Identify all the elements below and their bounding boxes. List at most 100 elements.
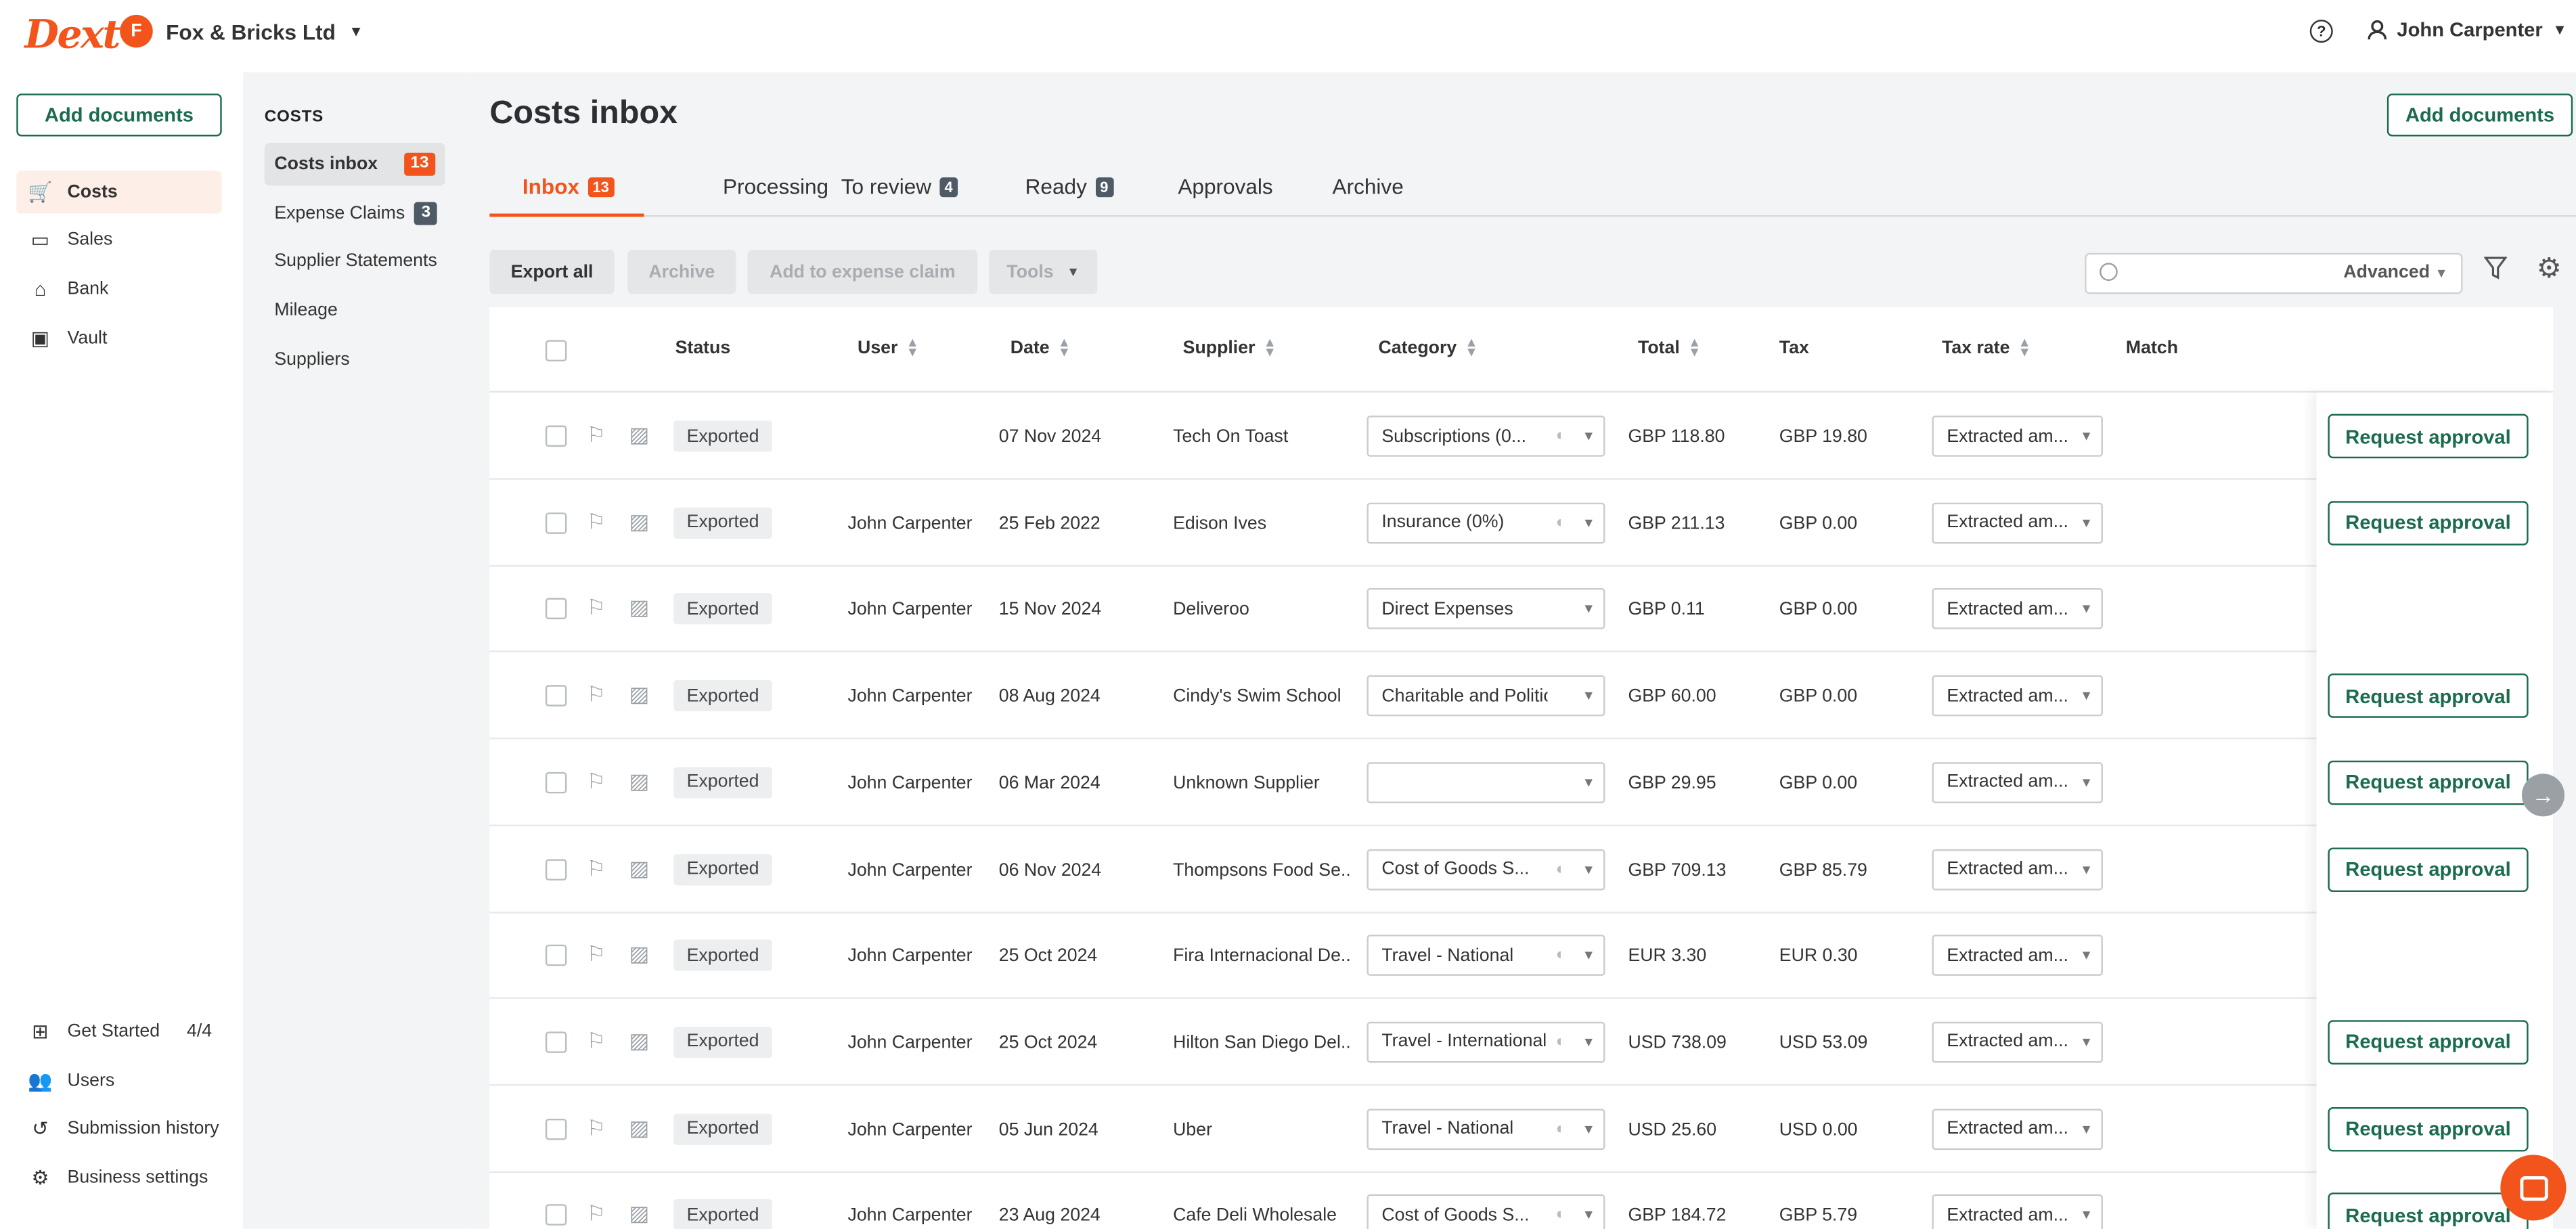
image-icon[interactable]: ▨ — [629, 1115, 650, 1141]
gear-icon[interactable]: ⚙ — [2537, 253, 2562, 286]
add-documents-button[interactable]: Add documents — [2386, 93, 2573, 137]
nav-users[interactable]: 👥 Users — [16, 1063, 221, 1098]
scroll-right-arrow-icon[interactable]: → — [2521, 774, 2565, 817]
tax-rate-select[interactable]: Extracted am... ▼ — [1932, 935, 2103, 977]
image-icon[interactable]: ▨ — [629, 855, 650, 881]
table-row[interactable]: ⚐ ▨ Exported John Carpenter 25 Oct 2024 Fira … — [489, 912, 2554, 1000]
subnav-costs-inbox[interactable]: Costs inbox 13 — [264, 143, 445, 186]
select-all-checkbox[interactable] — [545, 340, 567, 362]
flag-icon[interactable]: ⚐ — [587, 509, 606, 535]
category-select[interactable]: Subscriptions (0... ◐ ▼ — [1367, 416, 1605, 457]
row-checkbox[interactable] — [545, 512, 567, 534]
image-icon[interactable]: ▨ — [629, 422, 650, 449]
tab-to-review[interactable]: To review 4 — [841, 174, 958, 217]
table-row[interactable]: ⚐ ▨ Exported John Carpenter 05 Jun 2024 Uber T… — [489, 1085, 2554, 1173]
category-select[interactable]: Travel - National ◐ ▼ — [1367, 935, 1605, 977]
request-approval-button[interactable]: Request approval — [2328, 500, 2529, 545]
tab-archive[interactable]: Archive — [1333, 174, 1404, 217]
subnav-expense-claims[interactable]: Expense Claims 3 — [265, 192, 445, 235]
tax-rate-select[interactable]: Extracted am... ▼ — [1932, 501, 2103, 543]
category-select[interactable]: Cost of Goods S... ◐ ▼ — [1367, 848, 1605, 890]
nav-item-vault[interactable]: ▣ Vault — [16, 317, 221, 359]
nav-business-settings[interactable]: ⚙ Business settings — [16, 1160, 221, 1196]
request-approval-button[interactable]: Request approval — [2328, 673, 2529, 718]
table-row[interactable]: ⚐ ▨ Exported John Carpenter 06 Nov 2024 Thomp… — [489, 826, 2554, 913]
row-checkbox[interactable] — [545, 1118, 567, 1140]
supplier-cell[interactable]: Uber — [1173, 1119, 1350, 1139]
category-select[interactable]: Cost of Goods S... ◐ ▼ — [1367, 1194, 1605, 1229]
flag-icon[interactable]: ⚐ — [587, 1115, 606, 1141]
filter-icon[interactable] — [2483, 256, 2508, 286]
export-all-button[interactable]: Export all — [489, 249, 615, 294]
subnav-suppliers[interactable]: Suppliers — [265, 338, 445, 381]
nav-item-costs[interactable]: 🛒 Costs — [16, 171, 222, 214]
flag-icon[interactable]: ⚐ — [587, 682, 606, 709]
dext-logo[interactable]: Dext — [24, 10, 120, 58]
table-row[interactable]: ⚐ ▨ Exported John Carpenter 23 Aug 2024 Cafe … — [489, 1171, 2553, 1229]
tab-processing[interactable]: Processing — [723, 174, 828, 217]
row-checkbox[interactable] — [545, 1204, 567, 1226]
flag-icon[interactable]: ⚐ — [587, 422, 606, 449]
image-icon[interactable]: ▨ — [629, 768, 650, 795]
category-select[interactable]: Charitable and Politic...◐▼ — [1367, 675, 1605, 717]
flag-icon[interactable]: ⚐ — [587, 768, 606, 795]
header-supplier[interactable]: Supplier ▲ ▼ — [1183, 336, 1276, 359]
nav-submission-history[interactable]: ↺ Submission history — [16, 1111, 221, 1146]
tax-rate-select[interactable]: Extracted am... ▼ — [1932, 1108, 2103, 1150]
category-select[interactable]: Travel - National ◐ ▼ — [1367, 1108, 1605, 1150]
row-checkbox[interactable] — [545, 858, 567, 880]
table-row[interactable]: ⚐ ▨ Exported John Carpenter 25 Feb 2022 Ediso… — [489, 479, 2554, 566]
header-category[interactable]: Category ▲ ▼ — [1379, 336, 1478, 359]
supplier-cell[interactable]: Thompsons Food Se... — [1173, 860, 1350, 880]
supplier-cell[interactable]: Hilton San Diego Del... — [1173, 1033, 1350, 1053]
table-row[interactable]: ⚐ ▨ Exported 07 Nov 2024 Tech On Toast Subscr… — [489, 393, 2554, 480]
flag-icon[interactable]: ⚐ — [587, 1028, 606, 1054]
supplier-cell[interactable]: Edison Ives — [1173, 514, 1350, 533]
archive-button[interactable]: Archive — [627, 249, 736, 294]
header-total[interactable]: Total ▲ ▼ — [1638, 336, 1701, 359]
nav-item-sales[interactable]: ▭ Sales — [16, 219, 221, 261]
supplier-cell[interactable]: Cindy's Swim School — [1173, 687, 1350, 707]
header-tax-rate[interactable]: Tax rate ▲ ▼ — [1942, 336, 2031, 359]
tax-rate-select[interactable]: Extracted am... ▼ — [1932, 1021, 2103, 1063]
table-row[interactable]: ⚐ ▨ Exported John Carpenter 25 Oct 2024 Hilto… — [489, 999, 2554, 1086]
flag-icon[interactable]: ⚐ — [587, 855, 606, 881]
image-icon[interactable]: ▨ — [629, 509, 650, 535]
table-row[interactable]: ⚐ ▨ Exported John Carpenter 06 Mar 2024 Unkno… — [489, 739, 2554, 826]
nav-get-started[interactable]: ⊞ Get Started 4/4 — [16, 1014, 221, 1050]
image-icon[interactable]: ▨ — [629, 1201, 650, 1228]
table-row[interactable]: ⚐ ▨ Exported John Carpenter 08 Aug 2024 Cindy… — [489, 652, 2554, 740]
supplier-cell[interactable]: Fira Internacional De... — [1173, 947, 1350, 966]
table-row[interactable]: ⚐ ▨ Exported John Carpenter 15 Nov 2024 Deliv… — [489, 566, 2554, 653]
request-approval-button[interactable]: Request approval — [2328, 1020, 2529, 1065]
supplier-cell[interactable]: Unknown Supplier — [1173, 774, 1350, 793]
category-select[interactable]: Insurance (0%) ◐ ▼ — [1367, 501, 1605, 543]
row-checkbox[interactable] — [545, 598, 567, 621]
supplier-cell[interactable]: Cafe Deli Wholesale — [1173, 1206, 1350, 1226]
tab-approvals[interactable]: Approvals — [1178, 174, 1272, 217]
tab-ready[interactable]: Ready 9 — [1025, 174, 1113, 217]
tax-rate-select[interactable]: Extracted am... ▼ — [1932, 588, 2103, 630]
user-menu[interactable]: John Carpenter ▼ — [2368, 18, 2567, 41]
header-date[interactable]: Date ▲ ▼ — [1011, 336, 1071, 359]
advanced-search-toggle[interactable]: Advanced ▼ — [2343, 263, 2447, 282]
row-checkbox[interactable] — [545, 685, 567, 707]
tab-inbox[interactable]: Inbox 13 — [489, 174, 644, 217]
request-approval-button[interactable]: Request approval — [2328, 847, 2529, 891]
row-checkbox[interactable] — [545, 1031, 567, 1053]
category-select[interactable]: Travel - International ... ◐ ▼ — [1367, 1021, 1605, 1063]
image-icon[interactable]: ▨ — [629, 596, 650, 622]
tools-dropdown[interactable]: Tools ▼ — [989, 249, 1098, 294]
search-input[interactable]: Advanced ▼ — [2085, 252, 2463, 294]
help-icon[interactable]: ? — [2309, 20, 2333, 43]
tax-rate-select[interactable]: Extracted am... ▼ — [1932, 675, 2103, 717]
tax-rate-select[interactable]: Extracted am... ▼ — [1932, 416, 2103, 457]
image-icon[interactable]: ▨ — [629, 941, 650, 968]
subnav-supplier-statements[interactable]: Supplier Statements — [265, 240, 445, 282]
tax-rate-select[interactable]: Extracted am... ▼ — [1932, 848, 2103, 890]
request-approval-button[interactable]: Request approval — [2328, 1192, 2529, 1229]
tax-rate-select[interactable]: Extracted am... ▼ — [1932, 1194, 2103, 1229]
add-to-expense-claim-button[interactable]: Add to expense claim — [747, 249, 978, 294]
image-icon[interactable]: ▨ — [629, 1028, 650, 1054]
supplier-cell[interactable]: Tech On Toast — [1173, 427, 1350, 447]
